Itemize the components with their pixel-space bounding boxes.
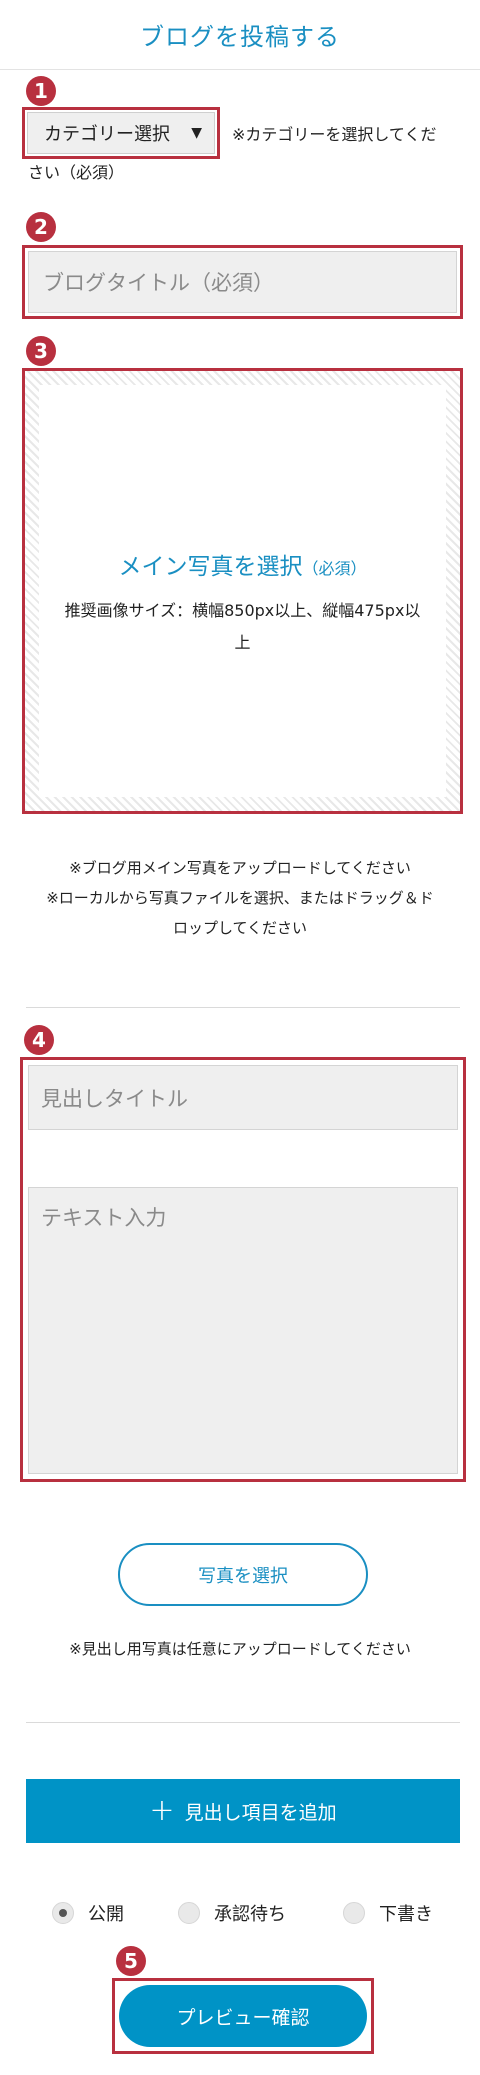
add-heading-label: 見出し項目を追加 <box>184 1801 337 1824</box>
category-note: ※カテゴリーを選択してくだ <box>232 125 437 144</box>
main-photo-note-2: ※ローカルから写真ファイルを選択、またはドラッグ＆ド <box>46 889 434 907</box>
radio-public[interactable] <box>52 1902 74 1924</box>
status-pending-option[interactable]: 承認待ち <box>178 1900 286 1926</box>
status-draft-label: 下書き <box>379 1904 433 1925</box>
section-divider-2 <box>26 1722 460 1723</box>
main-photo-dropzone[interactable]: メイン写真を選択（必須） 推奨画像サイズ：横幅850px以上、縦幅475px以 … <box>22 368 463 814</box>
section-divider <box>26 1007 460 1008</box>
category-highlight: カテゴリー選択 ▼ <box>22 107 220 159</box>
main-photo-spec-line2: 上 <box>234 633 251 652</box>
select-photo-button[interactable]: 写真を選択 <box>118 1543 368 1606</box>
main-photo-required: （必須） <box>302 559 367 578</box>
add-heading-button[interactable]: + 見出し項目を追加 <box>26 1779 460 1843</box>
main-photo-notes: ※ブログ用メイン写真をアップロードしてください ※ローカルから写真ファイルを選択… <box>0 853 480 943</box>
step-badge-4: 4 <box>24 1025 54 1055</box>
blog-title-highlight: ブログタイトル（必須） <box>22 245 463 319</box>
status-draft-option[interactable]: 下書き <box>343 1900 433 1926</box>
main-photo-title: メイン写真を選択 <box>118 554 303 580</box>
blog-title-input[interactable]: ブログタイトル（必須） <box>28 251 457 313</box>
preview-button[interactable]: プレビュー確認 <box>119 1985 367 2047</box>
heading-photo-note: ※見出し用写真は任意にアップロードしてください <box>69 1640 411 1658</box>
step-badge-3: 3 <box>26 336 56 366</box>
radio-draft[interactable] <box>343 1902 365 1924</box>
main-photo-note-1: ※ブログ用メイン写真をアップロードしてください <box>69 859 411 877</box>
heading-title-placeholder: 見出しタイトル <box>41 1086 188 1111</box>
category-select-label: カテゴリー選択 <box>44 124 170 145</box>
status-public-option[interactable]: 公開 <box>52 1900 124 1926</box>
page-title: ブログを投稿する <box>140 23 340 51</box>
main-photo-note-3: ロップしてください <box>172 919 308 937</box>
page-header: ブログを投稿する <box>0 0 480 70</box>
chevron-down-icon: ▼ <box>191 125 202 141</box>
status-pending-label: 承認待ち <box>214 1904 286 1925</box>
main-photo-spec: 推奨画像サイズ：横幅850px以上、縦幅475px以 上 <box>39 595 446 659</box>
main-photo-dropzone-inner: メイン写真を選択（必須） 推奨画像サイズ：横幅850px以上、縦幅475px以 … <box>39 385 446 797</box>
heading-section-highlight: 見出しタイトル テキスト入力 <box>20 1057 466 1482</box>
category-select[interactable]: カテゴリー選択 ▼ <box>27 112 215 154</box>
text-input-area[interactable]: テキスト入力 <box>28 1187 458 1474</box>
status-public-label: 公開 <box>88 1904 124 1925</box>
text-input-placeholder: テキスト入力 <box>41 1206 167 1230</box>
step-badge-2: 2 <box>26 212 56 242</box>
heading-title-input[interactable]: 見出しタイトル <box>28 1065 458 1130</box>
plus-icon: + <box>149 1793 175 1828</box>
step-badge-5: 5 <box>116 1946 146 1976</box>
radio-pending[interactable] <box>178 1902 200 1924</box>
blog-title-placeholder: ブログタイトル（必須） <box>43 271 274 295</box>
main-photo-spec-line1: 推奨画像サイズ：横幅850px以上、縦幅475px以 <box>64 601 421 620</box>
select-photo-label: 写真を選択 <box>198 1565 288 1587</box>
category-note-cont: さい（必須） <box>28 163 125 182</box>
preview-highlight: プレビュー確認 <box>112 1978 374 2054</box>
main-photo-select-link[interactable]: メイン写真を選択（必須） <box>39 547 446 581</box>
preview-button-label: プレビュー確認 <box>176 2006 310 2029</box>
step-badge-1: 1 <box>26 76 56 106</box>
